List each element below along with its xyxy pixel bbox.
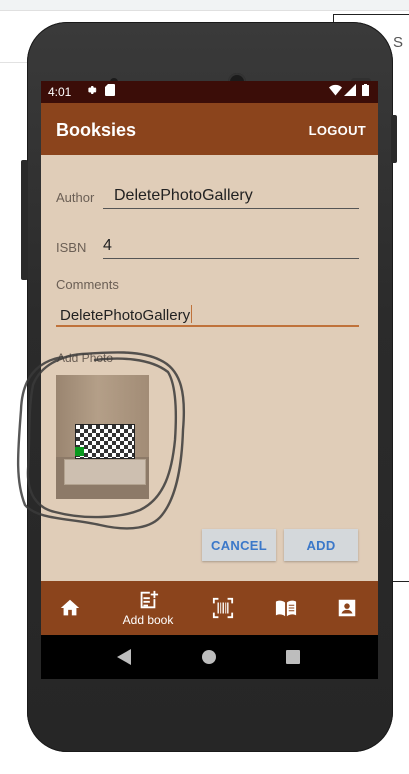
app-title: Booksies — [56, 120, 137, 140]
status-time: 4:01 — [48, 85, 72, 99]
recents-icon[interactable] — [286, 650, 300, 669]
bottom-navigation: Add book — [41, 581, 378, 635]
author-underline — [103, 208, 359, 209]
photo-tv — [75, 424, 135, 459]
nav-home[interactable] — [59, 581, 81, 635]
status-bar: 4:01 — [41, 81, 378, 103]
volume-button[interactable] — [21, 160, 28, 280]
comments-underline — [56, 325, 359, 327]
background-panel-text: S — [393, 34, 404, 51]
app-bar: Booksies LOGOUT — [41, 103, 378, 155]
phone-screen: 4:01 Booksies LOGOUT Author DeletePhotoG… — [41, 81, 378, 679]
power-button[interactable] — [391, 115, 397, 163]
back-icon[interactable] — [117, 649, 131, 670]
add-book-form: Author DeletePhotoGallery ISBN 4 Comment… — [41, 155, 378, 581]
author-label: Author — [56, 190, 95, 205]
add-photo-label: Add Photo — [57, 351, 114, 365]
add-book-icon — [137, 589, 159, 611]
logout-button[interactable]: LOGOUT — [309, 123, 366, 138]
cancel-button[interactable]: CANCEL — [202, 529, 276, 561]
nav-scan[interactable] — [211, 581, 235, 635]
isbn-label: ISBN — [56, 240, 87, 255]
home-icon — [59, 597, 81, 619]
browser-top-bar — [0, 0, 409, 11]
comments-label: Comments — [56, 277, 119, 292]
isbn-field[interactable]: 4 — [103, 237, 112, 255]
isbn-underline — [103, 258, 359, 259]
account-box-icon — [336, 597, 358, 619]
home-circle-icon[interactable] — [202, 650, 216, 669]
book-open-icon — [275, 597, 297, 619]
barcode-scan-icon — [212, 597, 234, 619]
photo-thumbnail[interactable] — [56, 375, 149, 499]
battery-icon — [362, 84, 369, 99]
photo-green-marker — [75, 447, 84, 456]
comments-field[interactable]: DeletePhotoGallery — [60, 305, 193, 324]
nav-profile[interactable] — [335, 581, 359, 635]
wifi-icon — [329, 84, 342, 99]
system-navigation-bar — [41, 635, 378, 679]
settings-icon — [85, 84, 97, 99]
comments-text: DeletePhotoGallery — [60, 307, 191, 324]
author-field[interactable]: DeletePhotoGallery — [114, 187, 253, 205]
sd-card-icon — [105, 84, 116, 99]
signal-icon — [344, 84, 356, 99]
text-cursor — [191, 305, 193, 323]
nav-library[interactable] — [274, 581, 298, 635]
nav-add-book-label: Add book — [122, 613, 174, 627]
nav-add-book[interactable]: Add book — [116, 581, 180, 635]
photo-cabinet — [64, 459, 146, 485]
add-button[interactable]: ADD — [284, 529, 358, 561]
